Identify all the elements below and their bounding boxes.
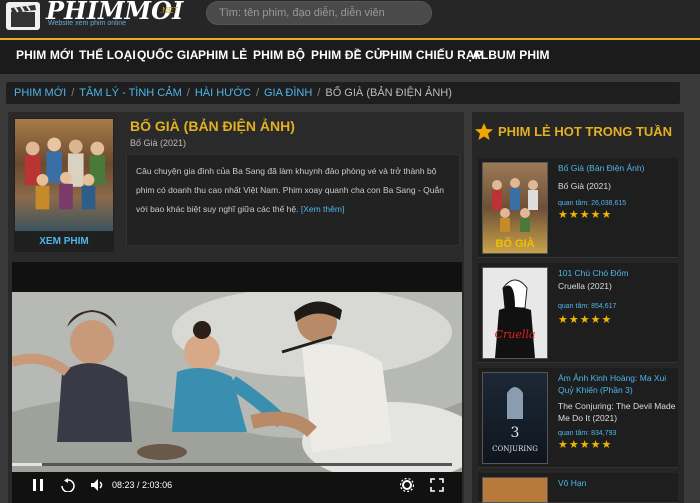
breadcrumb-current: BỐ GIÀ (BẢN ĐIỆN ẢNH) — [325, 87, 452, 99]
card-title[interactable]: Bố Già (Bản Điện Ảnh) — [558, 162, 676, 174]
nav-item-phim-de-cu[interactable]: PHIM ĐỀ CỬ — [311, 48, 384, 62]
watch-movie-button[interactable]: XEM PHIM — [14, 232, 114, 252]
settings-gear-icon[interactable] — [399, 477, 415, 497]
star-icon — [474, 122, 494, 147]
card-views: quan tâm: 26,038,615 — [558, 200, 626, 207]
poster-text: BỐ GIÀ — [495, 236, 534, 250]
volume-icon[interactable] — [90, 478, 106, 497]
current-time: 08:23 — [112, 480, 135, 490]
rating-stars: ★★★★★ — [558, 439, 613, 451]
breadcrumb-link-hai-huoc[interactable]: HÀI HƯỚC — [195, 87, 251, 99]
movie-thumbnail[interactable]: 3 CONJURING — [482, 372, 548, 464]
nav-item-phim-moi[interactable]: PHIM MỚI — [16, 48, 74, 62]
nav-item-phim-chieu-rap[interactable]: PHIM CHIẾU RẠP — [382, 48, 483, 62]
movie-thumbnail[interactable]: Cruella — [482, 267, 548, 359]
views-label: quan tâm: — [558, 430, 590, 437]
sidebar-movie-card[interactable]: BỐ GIÀ Bố Già (Bản Điện Ảnh) Bố Già (202… — [478, 158, 678, 258]
movie-subtitle: Bố Già (2021) — [130, 138, 187, 148]
rating-stars: ★★★★★ — [558, 314, 613, 326]
svg-text:3: 3 — [511, 425, 520, 441]
search-input[interactable]: Tìm: tên phim, đạo diễn, diễn viên — [206, 1, 432, 25]
nav-item-quoc-gia[interactable]: QUỐC GIA — [137, 48, 198, 62]
movie-description: Câu chuyện gia đình của Ba Sang đã làm k… — [136, 162, 456, 219]
breadcrumb-separator: / — [186, 87, 190, 99]
video-progress-fill — [12, 463, 42, 466]
poster-text: Cruella — [495, 328, 536, 341]
breadcrumb: PHIM MỚI / TÂM LÝ - TÌNH CẢM / HÀI HƯỚC / GIA … — [6, 82, 680, 104]
views-label: quan tâm: — [558, 200, 590, 207]
video-progress-bar[interactable] — [12, 463, 452, 466]
movie-title: BỐ GIÀ (BẢN ĐIỆN ẢNH) — [130, 118, 295, 134]
playback-time: 08:23 / 2:03:06 — [112, 480, 173, 490]
breadcrumb-link-gia-dinh[interactable]: GIA ĐÌNH — [264, 87, 312, 99]
logo-tagline: Website xem phim online — [48, 20, 127, 27]
card-subtitle: Bố Già (2021) — [558, 181, 611, 191]
sidebar-movie-card[interactable]: Cruella 101 Chú Chó Đốm Cruella (2021) q… — [478, 263, 678, 363]
breadcrumb-separator: / — [317, 87, 321, 99]
movie-thumbnail[interactable]: BỐ GIÀ — [482, 162, 548, 254]
views-count: 834,793 — [591, 430, 617, 437]
breadcrumb-separator: / — [255, 87, 259, 99]
nav-item-phim-bo[interactable]: PHIM BỘ — [253, 48, 305, 62]
clapperboard-logo-icon[interactable] — [6, 2, 40, 30]
video-player[interactable] — [12, 262, 462, 503]
rewind-10-icon[interactable] — [60, 478, 76, 497]
sidebar-title: PHIM LẺ HOT TRONG TUẦN — [498, 124, 673, 139]
sidebar-movie-card[interactable]: 3 CONJURING Ám Ảnh Kinh Hoàng: Ma Xui Qu… — [478, 368, 678, 468]
fullscreen-icon[interactable] — [430, 478, 444, 497]
main-nav: PHIM MỚI THỂ LOẠI QUỐC GIA PHIM LẺ PHIM … — [0, 38, 700, 74]
description-text: Câu chuyện gia đình của Ba Sang đã làm k… — [136, 166, 444, 214]
card-subtitle: The Conjuring: The Devil Made Me Do It (… — [558, 401, 676, 423]
card-subtitle: Cruella (2021) — [558, 281, 612, 291]
breadcrumb-link-tam-ly[interactable]: TÂM LÝ - TÌNH CẢM — [79, 87, 181, 99]
nav-item-album-phim[interactable]: ALBUM PHIM — [472, 48, 550, 62]
movie-thumbnail[interactable] — [482, 477, 548, 503]
pause-icon[interactable] — [32, 478, 44, 497]
duration: 2:03:06 — [142, 480, 173, 490]
video-frame — [12, 292, 462, 472]
views-count: 26,038,615 — [591, 200, 627, 207]
card-views: quan tâm: 854,617 — [558, 303, 616, 310]
read-more-link[interactable]: [Xem thêm] — [301, 204, 344, 214]
breadcrumb-link-phim-moi[interactable]: PHIM MỚI — [14, 87, 66, 99]
search-placeholder: Tìm: tên phim, đạo diễn, diễn viên — [219, 7, 385, 19]
nav-item-the-loai[interactable]: THỂ LOẠI — [79, 48, 136, 62]
poster-text: CONJURING — [492, 445, 538, 453]
card-title[interactable]: Vô Hạn — [558, 477, 676, 489]
rating-stars: ★★★★★ — [558, 209, 613, 221]
nav-item-phim-le[interactable]: PHIM LẺ — [198, 48, 247, 62]
sidebar-movie-card[interactable]: Vô Hạn — [478, 473, 678, 503]
top-header: PHIMMOI Website xem phim online .NET Tìm… — [0, 0, 700, 38]
views-count: 854,617 — [591, 303, 617, 310]
video-controls: 08:23 / 2:03:06 — [12, 472, 462, 500]
movie-poster[interactable] — [14, 118, 114, 232]
breadcrumb-separator: / — [71, 87, 75, 99]
views-label: quan tâm: — [558, 303, 590, 310]
card-title[interactable]: 101 Chú Chó Đốm — [558, 267, 676, 279]
card-title[interactable]: Ám Ảnh Kinh Hoàng: Ma Xui Quỷ Khiến (Phầ… — [558, 372, 676, 396]
logo-tld: .NET — [160, 6, 179, 15]
card-views: quan tâm: 834,793 — [558, 430, 616, 437]
